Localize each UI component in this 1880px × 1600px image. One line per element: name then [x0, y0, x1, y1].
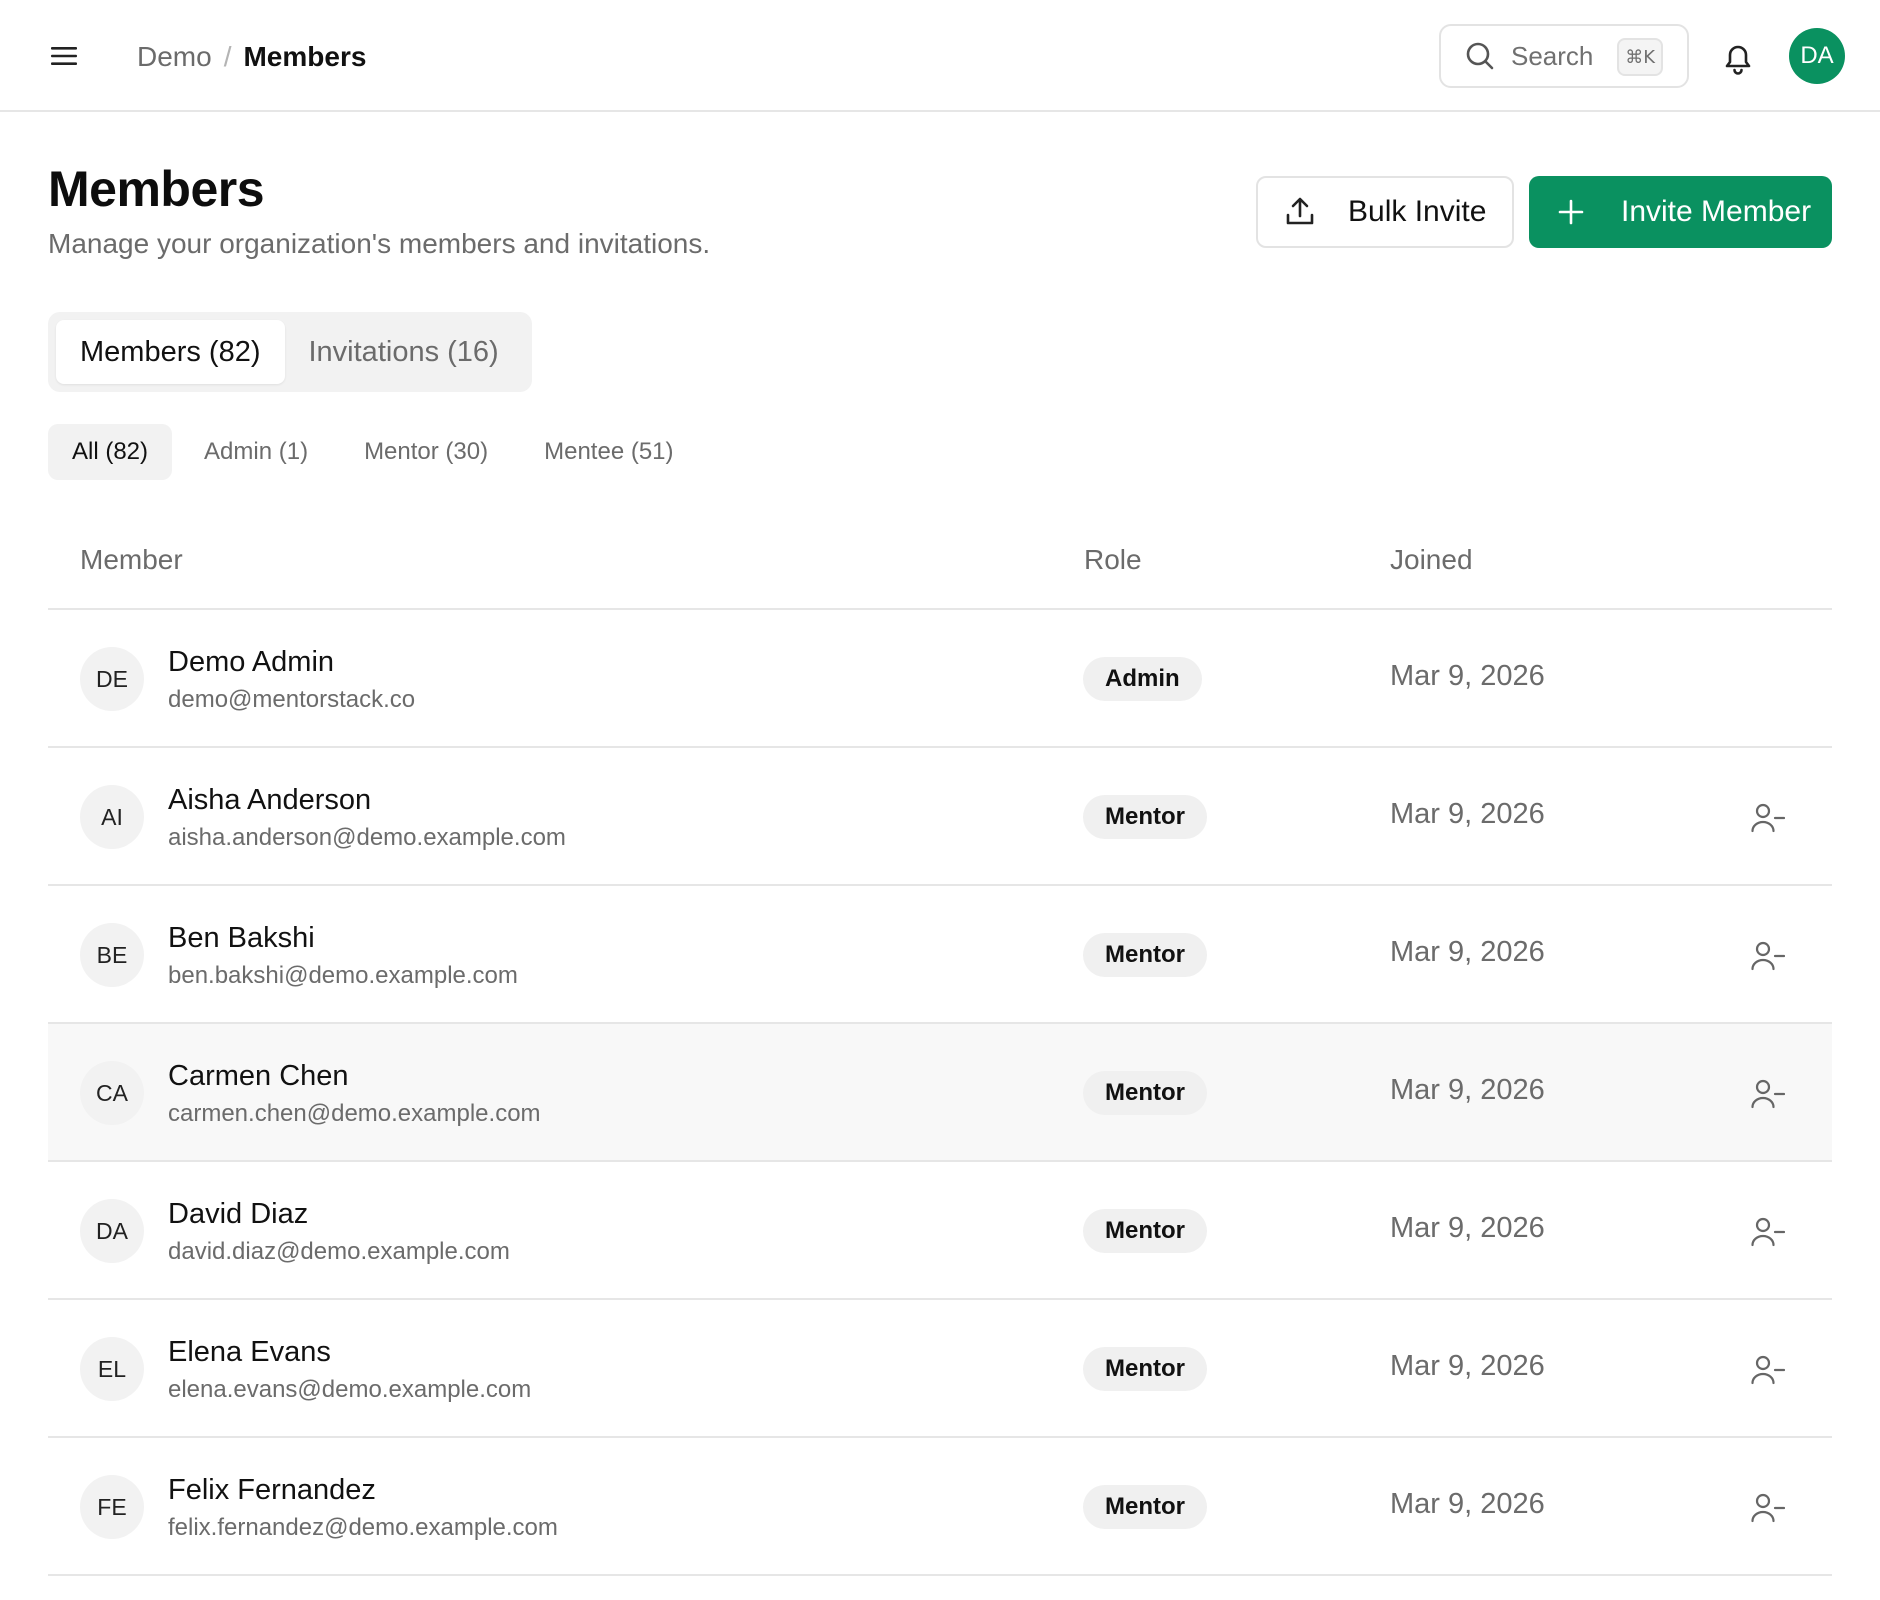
- joined-date: Mar 9, 2026: [1390, 660, 1545, 692]
- member-email: david.diaz@demo.example.com: [168, 1238, 510, 1265]
- table-row[interactable]: DA David Diaz david.diaz@demo.example.co…: [48, 1162, 1832, 1300]
- breadcrumb: Demo / Members: [137, 37, 366, 77]
- member-avatar: CA: [80, 1061, 144, 1125]
- joined-date: Mar 9, 2026: [1390, 1212, 1545, 1244]
- filter-mentee[interactable]: Mentee (51): [520, 424, 697, 480]
- remove-member-button[interactable]: [1748, 1488, 1788, 1528]
- upload-icon: [1286, 197, 1314, 225]
- table-header: Member Role Joined: [48, 510, 1832, 610]
- role-badge: Mentor: [1083, 1071, 1207, 1115]
- role-filters: All (82) Admin (1) Mentor (30) Mentee (5…: [48, 424, 706, 480]
- member-name: David Diaz: [168, 1198, 309, 1230]
- member-avatar: FE: [80, 1475, 144, 1539]
- joined-date: Mar 9, 2026: [1390, 936, 1545, 968]
- role-badge: Mentor: [1083, 933, 1207, 977]
- joined-date: Mar 9, 2026: [1390, 1488, 1545, 1520]
- plus-icon: [1558, 199, 1584, 225]
- table-row[interactable]: FE Felix Fernandez felix.fernandez@demo.…: [48, 1438, 1832, 1576]
- tab-bar: Members (82) Invitations (16): [48, 312, 532, 392]
- user-minus-icon: [1751, 803, 1785, 833]
- member-email: ben.bakshi@demo.example.com: [168, 962, 518, 989]
- member-avatar: BE: [80, 923, 144, 987]
- member-avatar: AI: [80, 785, 144, 849]
- menu-icon: [51, 47, 77, 65]
- member-name: Felix Fernandez: [168, 1474, 376, 1506]
- role-badge: Admin: [1083, 657, 1202, 701]
- bell-icon: [1725, 45, 1751, 75]
- column-header-joined: Joined: [1390, 544, 1473, 575]
- bulk-invite-label: Bulk Invite: [1348, 195, 1487, 228]
- member-name: Aisha Anderson: [168, 784, 372, 816]
- tab-members[interactable]: Members (82): [56, 320, 285, 384]
- breadcrumb-current: Members: [243, 41, 367, 72]
- member-email: elena.evans@demo.example.com: [168, 1376, 532, 1403]
- remove-member-button[interactable]: [1748, 1350, 1788, 1390]
- filter-admin[interactable]: Admin (1): [180, 424, 332, 480]
- search-button[interactable]: Search ⌘K: [1439, 24, 1689, 88]
- member-name: Ben Bakshi: [168, 922, 315, 954]
- user-minus-icon: [1751, 1079, 1785, 1109]
- remove-member-button[interactable]: [1748, 798, 1788, 838]
- members-table: Member Role Joined DE Demo Admin demo@me…: [48, 510, 1832, 1576]
- page-subtitle: Manage your organization's members and i…: [48, 228, 711, 259]
- filter-mentor[interactable]: Mentor (30): [340, 424, 512, 480]
- search-shortcut-badge: ⌘K: [1617, 38, 1663, 76]
- invite-member-button[interactable]: Invite Member: [1529, 176, 1832, 248]
- tab-invitations[interactable]: Invitations (16): [285, 320, 523, 384]
- filter-all[interactable]: All (82): [48, 424, 173, 480]
- member-name: Elena Evans: [168, 1336, 331, 1368]
- member-email: aisha.anderson@demo.example.com: [168, 824, 566, 851]
- member-name: Demo Admin: [168, 646, 335, 678]
- table-row[interactable]: EL Elena Evans elena.evans@demo.example.…: [48, 1300, 1832, 1438]
- member-email: demo@mentorstack.co: [168, 686, 416, 713]
- role-badge: Mentor: [1083, 1347, 1207, 1391]
- user-minus-icon: [1751, 1355, 1785, 1385]
- column-header-member: Member: [80, 544, 183, 575]
- member-email: carmen.chen@demo.example.com: [168, 1100, 541, 1127]
- role-badge: Mentor: [1083, 1485, 1207, 1529]
- role-badge: Mentor: [1083, 795, 1207, 839]
- invite-member-label: Invite Member: [1621, 195, 1812, 228]
- user-avatar[interactable]: DA: [1789, 28, 1845, 84]
- joined-date: Mar 9, 2026: [1390, 798, 1545, 830]
- search-label: Search: [1511, 40, 1594, 71]
- member-name: Carmen Chen: [168, 1060, 349, 1092]
- column-header-role: Role: [1084, 544, 1142, 575]
- bulk-invite-button[interactable]: Bulk Invite: [1256, 176, 1514, 248]
- notifications-button[interactable]: [1716, 36, 1760, 80]
- breadcrumb-root[interactable]: Demo: [137, 41, 212, 73]
- search-icon: [1466, 42, 1494, 70]
- table-row[interactable]: BE Ben Bakshi ben.bakshi@demo.example.co…: [48, 886, 1832, 1024]
- table-row[interactable]: DE Demo Admin demo@mentorstack.co Admin …: [48, 610, 1832, 748]
- remove-member-button[interactable]: [1748, 936, 1788, 976]
- role-badge: Mentor: [1083, 1209, 1207, 1253]
- page-title: Members: [48, 161, 265, 217]
- user-minus-icon: [1751, 1493, 1785, 1523]
- table-row[interactable]: AI Aisha Anderson aisha.anderson@demo.ex…: [48, 748, 1832, 886]
- joined-date: Mar 9, 2026: [1390, 1350, 1545, 1382]
- menu-button[interactable]: [40, 36, 88, 76]
- user-minus-icon: [1751, 1217, 1785, 1247]
- breadcrumb-separator: /: [223, 41, 232, 72]
- member-avatar: DA: [80, 1199, 144, 1263]
- member-avatar: DE: [80, 647, 144, 711]
- member-email: felix.fernandez@demo.example.com: [168, 1514, 558, 1541]
- remove-member-button[interactable]: [1748, 1074, 1788, 1114]
- user-minus-icon: [1751, 941, 1785, 971]
- member-avatar: EL: [80, 1337, 144, 1401]
- top-bar: Demo / Members Search ⌘K DA: [0, 0, 1880, 112]
- table-row[interactable]: CA Carmen Chen carmen.chen@demo.example.…: [48, 1024, 1832, 1162]
- joined-date: Mar 9, 2026: [1390, 1074, 1545, 1106]
- remove-member-button[interactable]: [1748, 1212, 1788, 1252]
